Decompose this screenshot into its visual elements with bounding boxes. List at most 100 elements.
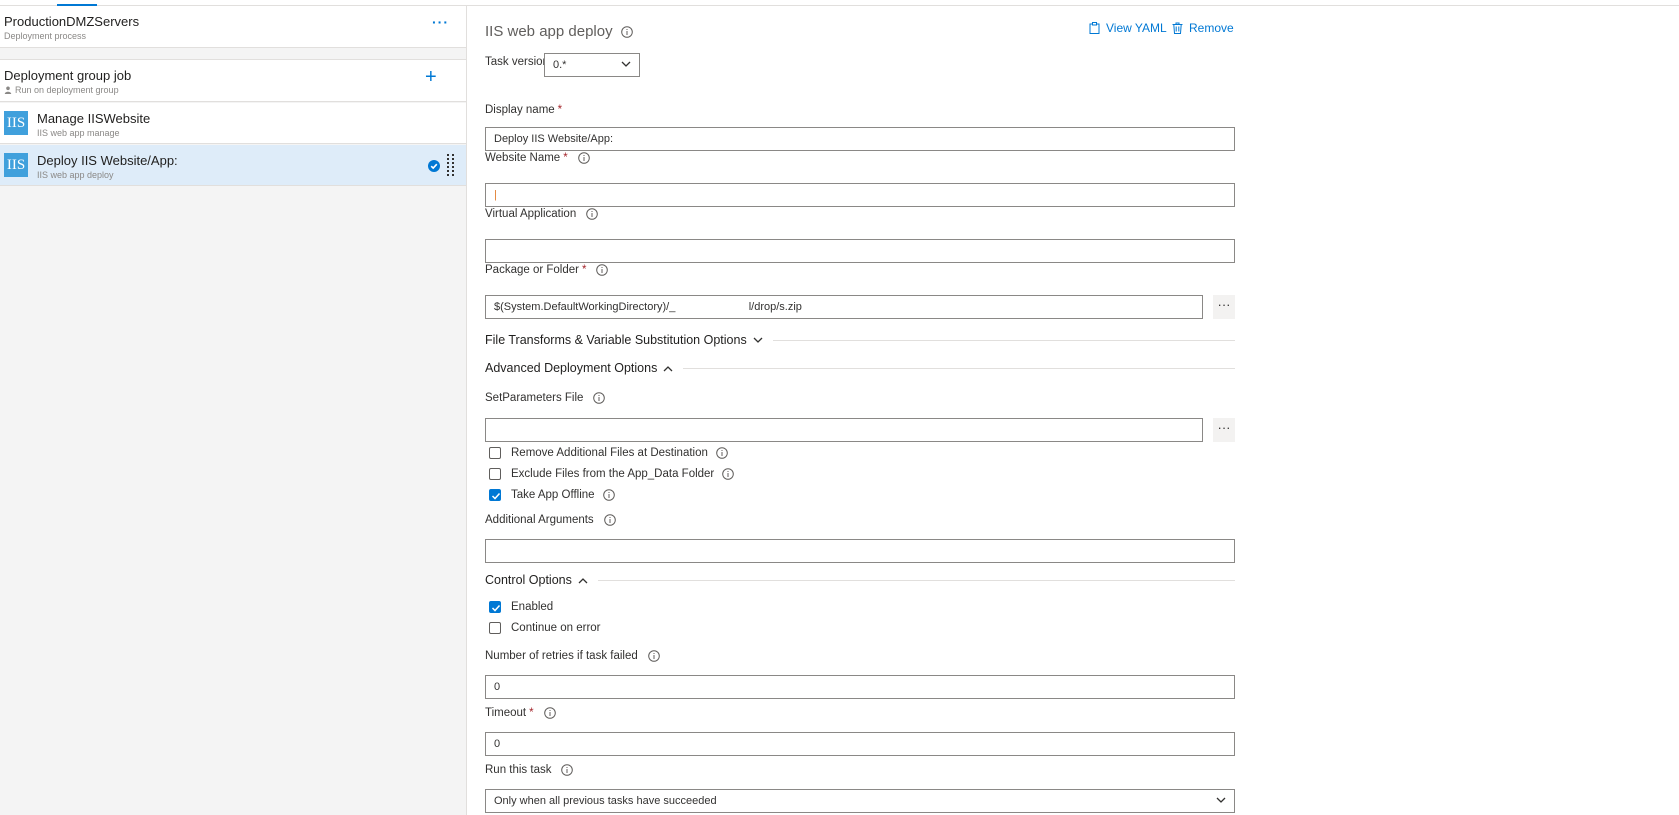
- process-subtitle: Deployment process: [4, 31, 87, 41]
- add-task-icon[interactable]: +: [425, 66, 437, 89]
- checkbox-label: Take App Offline: [511, 489, 595, 501]
- additional-arguments-label-text: Additional Arguments: [485, 514, 594, 526]
- info-icon[interactable]: [647, 650, 660, 662]
- package-folder-field[interactable]: $(System.DefaultWorkingDirectory)/_ l/dr…: [485, 295, 1203, 319]
- task-editor-title-row: IIS web app deploy: [485, 23, 633, 40]
- info-icon[interactable]: [603, 514, 616, 526]
- control-options-heading: Control Options: [485, 573, 572, 587]
- chevron-down-icon: [753, 337, 763, 343]
- info-icon[interactable]: [586, 208, 599, 220]
- timeout-field[interactable]: 0: [485, 732, 1235, 756]
- info-icon[interactable]: [602, 489, 615, 501]
- checkbox-label: Exclude Files from the App_Data Folder: [511, 468, 715, 480]
- task-name: Deploy IIS Website/App:: [37, 153, 178, 168]
- more-options-icon[interactable]: ···: [432, 14, 449, 30]
- task-version-label: Task version: [485, 56, 549, 68]
- info-icon[interactable]: [716, 447, 728, 459]
- task-list-panel: ProductionDMZServers Deployment process …: [0, 6, 467, 815]
- chevron-down-icon: [1216, 797, 1226, 803]
- run-this-task-value: Only when all previous tasks have succee…: [494, 795, 717, 807]
- task-version-select[interactable]: 0.*: [544, 53, 640, 77]
- file-transforms-section[interactable]: File Transforms & Variable Substitution …: [485, 333, 1235, 347]
- package-folder-label: Package or Folder *: [485, 264, 609, 276]
- checkbox-box[interactable]: [489, 622, 501, 634]
- retries-label-text: Number of retries if task failed: [485, 650, 638, 662]
- website-name-field[interactable]: |: [485, 183, 1235, 207]
- virtual-application-field[interactable]: [485, 239, 1235, 263]
- required-marker: *: [563, 152, 568, 164]
- task-version-label-text: Task version: [485, 56, 549, 68]
- run-this-task-select[interactable]: Only when all previous tasks have succee…: [485, 789, 1235, 813]
- virtual-application-label-text: Virtual Application: [485, 208, 577, 220]
- browse-package-button[interactable]: ···: [1213, 295, 1235, 319]
- task-editor-panel: IIS web app deploy View YAML Remove Task…: [467, 6, 1679, 815]
- setparameters-label-text: SetParameters File: [485, 392, 584, 404]
- setparameters-field[interactable]: [485, 418, 1203, 442]
- enabled-checkbox[interactable]: Enabled: [489, 601, 553, 613]
- chevron-up-icon: [578, 577, 588, 583]
- info-icon[interactable]: [543, 707, 556, 719]
- checkbox-box-checked[interactable]: [489, 601, 501, 613]
- info-icon[interactable]: [561, 764, 574, 776]
- file-transforms-heading: File Transforms & Variable Substitution …: [485, 333, 747, 347]
- timeout-label-text: Timeout: [485, 707, 527, 719]
- website-name-label-text: Website Name: [485, 152, 561, 164]
- website-name-label: Website Name *: [485, 152, 590, 164]
- drag-handle-icon[interactable]: [447, 153, 455, 177]
- task-version-value: 0.*: [553, 59, 567, 71]
- package-folder-label-text: Package or Folder: [485, 264, 579, 276]
- iis-icon: IIS: [4, 153, 28, 177]
- additional-arguments-field[interactable]: [485, 539, 1235, 563]
- iis-icon: IIS: [4, 111, 28, 135]
- checkbox-box[interactable]: [489, 468, 501, 480]
- remove-button[interactable]: Remove: [1172, 21, 1234, 35]
- additional-arguments-label: Additional Arguments: [485, 514, 616, 526]
- remove-label: Remove: [1189, 21, 1234, 35]
- take-app-offline-checkbox[interactable]: Take App Offline: [489, 489, 615, 501]
- checkmark-icon: [491, 604, 501, 612]
- info-icon[interactable]: [722, 468, 735, 480]
- required-marker: *: [529, 707, 534, 719]
- run-this-task-label: Run this task: [485, 764, 574, 776]
- checkbox-label: Remove Additional Files at Destination: [511, 447, 708, 459]
- display-name-field[interactable]: Deploy IIS Website/App:: [485, 127, 1235, 151]
- view-yaml-button[interactable]: View YAML: [1089, 21, 1167, 35]
- continue-on-error-checkbox[interactable]: Continue on error: [489, 622, 601, 634]
- remove-additional-files-checkbox[interactable]: Remove Additional Files at Destination: [489, 447, 728, 459]
- checkbox-box[interactable]: [489, 447, 501, 459]
- checkmark-icon: [491, 492, 501, 500]
- timeout-label: Timeout *: [485, 707, 556, 719]
- info-icon[interactable]: [620, 25, 633, 38]
- checkbox-label: Continue on error: [511, 622, 601, 634]
- job-title: Deployment group job: [4, 68, 132, 83]
- required-marker: *: [581, 264, 587, 276]
- info-icon[interactable]: [596, 264, 609, 276]
- selected-check-icon: [428, 160, 440, 172]
- run-this-task-label-text: Run this task: [485, 764, 552, 776]
- display-name-label-text: Display name: [485, 104, 555, 116]
- chevron-up-icon: [663, 365, 673, 371]
- chevron-down-icon: [621, 61, 631, 67]
- checkbox-label: Enabled: [511, 601, 554, 613]
- clipboard-icon: [1089, 22, 1100, 34]
- retries-label: Number of retries if task failed: [485, 650, 660, 662]
- browse-setparameters-button[interactable]: ···: [1213, 418, 1235, 442]
- retries-field[interactable]: 0: [485, 675, 1235, 699]
- advanced-deployment-section[interactable]: Advanced Deployment Options: [485, 361, 1235, 375]
- setparameters-label: SetParameters File: [485, 392, 606, 404]
- deployment-process-header[interactable]: ProductionDMZServers Deployment process …: [0, 6, 466, 48]
- task-item-deploy-iis[interactable]: IIS Deploy IIS Website/App: IIS web app …: [0, 145, 466, 186]
- deployment-group-job[interactable]: Deployment group job Run on deployment g…: [0, 59, 466, 102]
- job-subtitle-row: Run on deployment group: [4, 85, 119, 95]
- required-marker: *: [557, 104, 563, 116]
- trash-icon: [1172, 22, 1183, 34]
- info-icon[interactable]: [577, 152, 590, 164]
- checkbox-box-checked[interactable]: [489, 489, 501, 501]
- exclude-app-data-checkbox[interactable]: Exclude Files from the App_Data Folder: [489, 468, 735, 480]
- section-divider: [772, 339, 1235, 341]
- info-icon[interactable]: [593, 392, 606, 404]
- control-options-section[interactable]: Control Options: [485, 573, 1235, 587]
- advanced-deployment-heading: Advanced Deployment Options: [485, 361, 658, 375]
- display-name-label: Display name *: [485, 104, 562, 116]
- task-item-manage-iis[interactable]: IIS Manage IISWebsite IIS web app manage: [0, 103, 466, 144]
